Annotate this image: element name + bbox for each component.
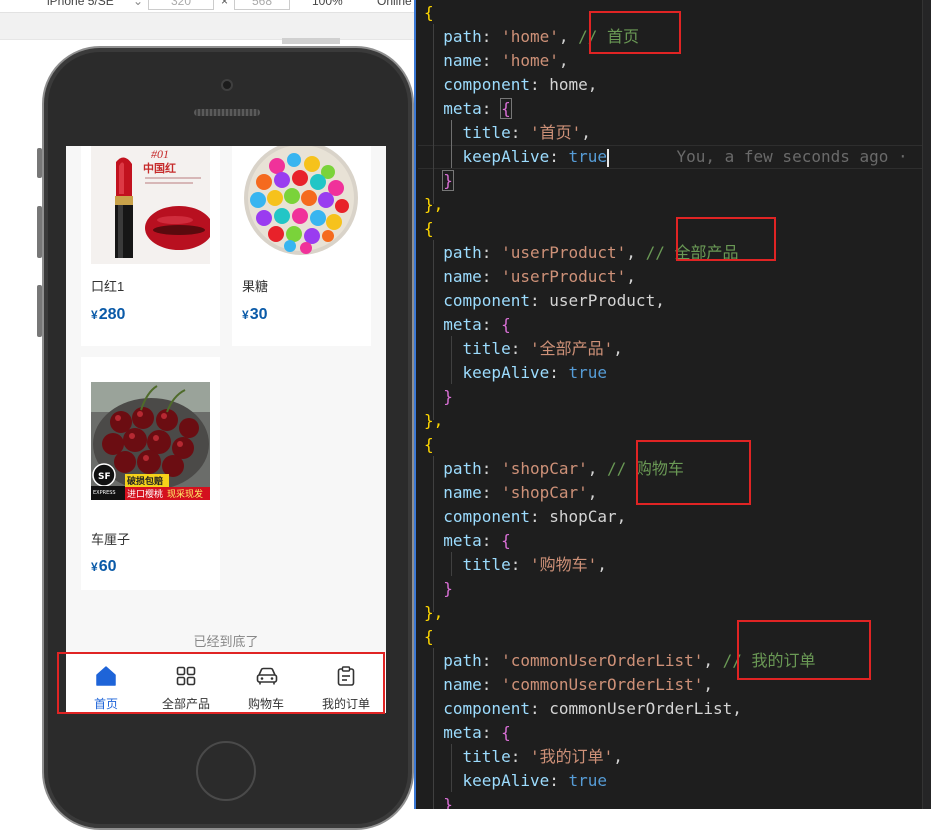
volume-up-button — [37, 206, 42, 258]
banner-fresh: 现采现发 — [167, 488, 203, 500]
product-card[interactable]: SF EXPRESS 破损包赔 进口樱桃 现采现发 车厘子 ¥60 — [81, 357, 220, 590]
badge-text: 中国红 — [143, 161, 176, 175]
code-line[interactable]: keepAlive: true — [424, 769, 608, 793]
device-frame-strip — [0, 12, 414, 44]
times-sign: × — [221, 0, 229, 8]
height-input[interactable]: 568 — [234, 0, 290, 10]
device-select[interactable]: iPhone 5/SE — [47, 0, 114, 8]
code-line[interactable]: { — [424, 625, 434, 649]
annotation-box-all-products — [676, 217, 776, 261]
code-line[interactable]: name: 'shopCar', — [424, 481, 597, 505]
product-image-lipstick: #01 中国红 — [91, 146, 210, 264]
mute-switch — [37, 148, 42, 178]
front-camera — [221, 79, 233, 91]
list-end-text: 已经到底了 — [193, 634, 259, 649]
code-line[interactable]: meta: { — [424, 313, 510, 337]
code-line[interactable]: name: 'home', — [424, 49, 568, 73]
product-card[interactable]: #01 中国红 口红1 ¥280 — [81, 146, 220, 346]
code-line[interactable]: title: '全部产品', — [424, 337, 623, 361]
device-toolbar: iPhone 5/SE ⌄ 320 × 568 100% Online — [0, 0, 414, 12]
code-line[interactable]: { — [424, 433, 434, 457]
code-line[interactable]: title: '购物车', — [424, 553, 607, 577]
code-line[interactable]: }, — [424, 193, 443, 217]
resize-handle[interactable] — [282, 38, 340, 44]
code-line[interactable]: component: shopCar, — [424, 505, 626, 529]
product-price: ¥60 — [91, 558, 117, 575]
product-card[interactable]: 果糖 ¥30 — [232, 146, 371, 346]
code-line[interactable]: }, — [424, 601, 443, 625]
code-line[interactable]: component: userProduct, — [424, 289, 665, 313]
code-line[interactable]: component: home, — [424, 73, 597, 97]
product-image-candy — [242, 146, 361, 264]
code-line[interactable]: name: 'userProduct', — [424, 265, 636, 289]
throttle-select[interactable]: Online — [377, 0, 412, 8]
code-line[interactable]: meta: { — [424, 97, 512, 121]
product-name: 车厘子 — [91, 532, 131, 547]
code-line[interactable]: } — [424, 385, 453, 409]
product-name: 果糖 — [242, 279, 269, 294]
code-line[interactable]: component: commonUserOrderList, — [424, 697, 742, 721]
annotation-box-tabbar — [57, 652, 385, 714]
code-line[interactable]: { — [424, 217, 434, 241]
product-image-cherries: SF EXPRESS 破损包赔 进口樱桃 现采现发 — [91, 382, 210, 500]
code-line[interactable]: meta: { — [424, 529, 510, 553]
earpiece-speaker — [194, 109, 260, 116]
code-line-current[interactable]: keepAlive: true You, a few seconds ago · — [424, 145, 908, 169]
code-line[interactable]: } — [424, 793, 453, 809]
badge-number: #01 — [151, 147, 169, 161]
width-input[interactable]: 320 — [148, 0, 214, 10]
app-screen: #01 中国红 口红1 ¥280 果糖 ¥30 SF EXPRESS 破损包赔 … — [66, 146, 386, 713]
annotation-box-my-orders — [737, 620, 871, 680]
code-line[interactable]: title: '我的订单', — [424, 745, 623, 769]
chevron-down-icon[interactable]: ⌄ — [133, 0, 143, 8]
annotation-box-home — [589, 11, 681, 54]
banner-damage: 破损包赔 — [127, 475, 163, 487]
sf-logo: SF — [98, 472, 111, 482]
sf-express: EXPRESS — [93, 490, 116, 496]
code-line[interactable]: name: 'commonUserOrderList', — [424, 673, 713, 697]
code-line[interactable]: } — [424, 169, 454, 193]
product-price: ¥30 — [242, 306, 268, 323]
zoom-select[interactable]: 100% — [312, 0, 343, 8]
product-price: ¥280 — [91, 306, 126, 323]
code-line[interactable]: keepAlive: true — [424, 361, 608, 385]
volume-down-button — [37, 285, 42, 337]
code-line[interactable]: title: '首页', — [424, 121, 591, 145]
code-line[interactable]: } — [424, 577, 453, 601]
text-cursor — [607, 148, 610, 167]
code-line[interactable]: meta: { — [424, 721, 510, 745]
annotation-box-shop-car — [636, 440, 751, 505]
code-line[interactable]: }, — [424, 409, 443, 433]
code-editor: { path: 'home', // 首页 name: 'home', comp… — [414, 0, 931, 809]
code-line[interactable]: { — [424, 1, 434, 25]
editor-scrollbar[interactable] — [922, 0, 931, 809]
home-button[interactable] — [196, 741, 256, 801]
git-blame-annotation: You, a few seconds ago · — [676, 147, 908, 166]
banner-import: 进口樱桃 — [127, 488, 163, 500]
product-name: 口红1 — [91, 279, 125, 294]
